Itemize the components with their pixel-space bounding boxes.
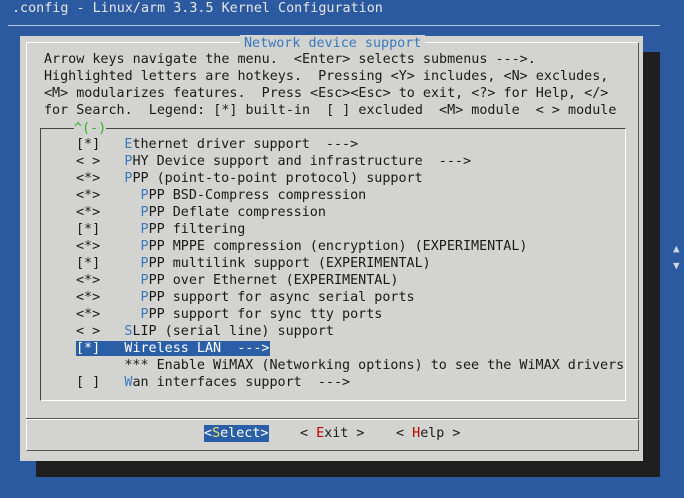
item-mark: [*] (76, 137, 101, 152)
item-label: PP MPPE compression (encryption) (EXPERI… (148, 239, 528, 254)
item-hotkey: P (140, 205, 149, 220)
item-mark: <*> (76, 171, 101, 186)
item-hotkey: P (140, 307, 149, 322)
item-mark: [*] (76, 341, 101, 356)
help-button[interactable]: < Help > (396, 425, 461, 442)
item-label: PP BSD-Compress compression (148, 188, 367, 203)
menu-item[interactable]: [*] PPP filtering (76, 221, 245, 238)
item-mark: [*] (76, 222, 101, 237)
item-mark: <*> (76, 239, 101, 254)
help-line: for Search. Legend: [*] built-in [ ] exc… (44, 103, 617, 118)
window-title: .config - Linux/arm 3.3.5 Kernel Configu… (12, 1, 383, 16)
item-mark: <*> (76, 205, 101, 220)
item-label: ireless LAN ---> (132, 341, 270, 356)
item-label: an interfaces support ---> (132, 375, 351, 390)
item-hotkey: P (140, 290, 149, 305)
menu-item-selected[interactable]: [*] Wireless LAN ---> (76, 340, 270, 357)
item-hotkey: P (140, 256, 149, 271)
item-label: PP (point-to-point protocol) support (132, 171, 423, 186)
item-mark: [*] (76, 256, 101, 271)
item-hotkey: P (140, 273, 149, 288)
menu-item[interactable]: <*> PPP MPPE compression (encryption) (E… (76, 238, 527, 255)
menu-item[interactable]: [*] PPP multilink support (EXPERIMENTAL) (76, 255, 431, 272)
item-mark: <*> (76, 307, 101, 322)
menu-comment: *** Enable WiMAX (Networking options) to… (76, 357, 624, 374)
item-hotkey: P (140, 222, 149, 237)
item-label: thernet driver support ---> (132, 137, 359, 152)
item-hotkey: P (140, 239, 149, 254)
scroll-up-indicator: ^(-) (74, 120, 107, 137)
menu-item[interactable]: <*> PPP BSD-Compress compression (76, 187, 366, 204)
select-button[interactable]: <Select> (204, 425, 269, 442)
item-label: *** Enable WiMAX (Networking options) to… (124, 358, 625, 373)
item-label: PP filtering (148, 222, 246, 237)
button-separator (26, 418, 639, 420)
menu-item[interactable]: <*> PPP support for sync tty ports (76, 306, 382, 323)
help-line: Arrow keys navigate the menu. <Enter> se… (44, 52, 536, 67)
item-mark: < > (76, 154, 101, 169)
item-mark: <*> (76, 188, 101, 203)
item-label: PP multilink support (EXPERIMENTAL) (148, 256, 431, 271)
dialog-title: Network device support (240, 35, 426, 52)
menu-item[interactable]: <*> PPP over Ethernet (EXPERIMENTAL) (76, 272, 398, 289)
item-hotkey: P (140, 188, 149, 203)
item-label: PP support for sync tty ports (148, 307, 383, 322)
menu-item[interactable]: < > PHY Device support and infrastructur… (76, 153, 471, 170)
menu-item[interactable]: [ ] Wan interfaces support ---> (76, 374, 350, 391)
item-label: HY Device support and infrastructure ---… (132, 154, 472, 169)
item-mark: <*> (76, 290, 101, 305)
exit-button[interactable]: < Exit > (300, 425, 365, 442)
title-underline (8, 25, 660, 26)
help-line: <M> modularizes features. Press <Esc><Es… (44, 86, 609, 101)
menu-item[interactable]: <*> PPP Deflate compression (76, 204, 326, 221)
item-mark: <*> (76, 273, 101, 288)
help-line: Highlighted letters are hotkeys. Pressin… (44, 69, 609, 84)
item-label: PP Deflate compression (148, 205, 326, 220)
item-label: PP support for async serial ports (148, 290, 415, 305)
menu-item[interactable]: [*] Ethernet driver support ---> (76, 136, 358, 153)
menu-item[interactable]: <*> PPP support for async serial ports (76, 289, 415, 306)
menu-item[interactable]: <*> PPP (point-to-point protocol) suppor… (76, 170, 423, 187)
menu-item[interactable]: < > SLIP (serial line) support (76, 323, 334, 340)
item-mark: [ ] (76, 375, 101, 390)
item-mark: < > (76, 324, 101, 339)
item-label: LIP (serial line) support (132, 324, 334, 339)
item-label: PP over Ethernet (EXPERIMENTAL) (148, 273, 399, 288)
scroll-arrows-icon[interactable]: ▲ ▼ (673, 240, 680, 274)
